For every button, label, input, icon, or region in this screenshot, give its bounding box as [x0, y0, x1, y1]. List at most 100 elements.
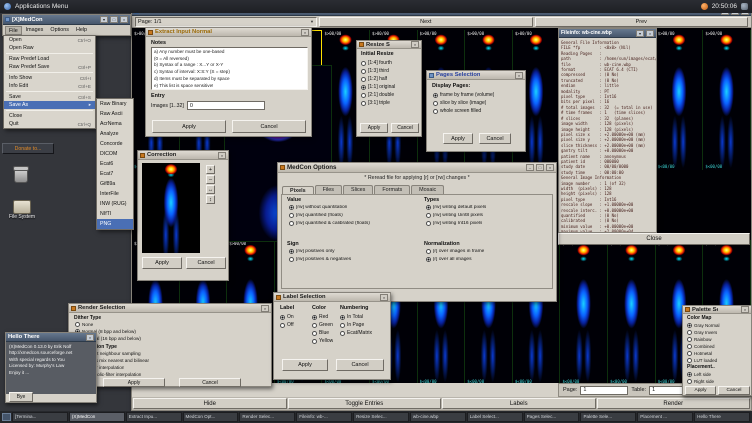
- taskbar-button[interactable]: Fileinfo: wb-...: [296, 412, 352, 422]
- resize-radio[interactable]: [1:2] half: [359, 75, 421, 83]
- resize-radio[interactable]: [2:1] double: [359, 91, 421, 99]
- shade-button[interactable]: ▾: [636, 30, 644, 37]
- interpolation-radio[interactable]: Tiles as mix nearest and bilinear: [73, 357, 269, 364]
- apply-button[interactable]: Apply: [685, 386, 716, 395]
- close-button[interactable]: ×: [515, 72, 523, 79]
- label-color-radio[interactable]: Yellow: [310, 337, 338, 345]
- colormap-radio[interactable]: Rainbow: [685, 336, 751, 343]
- render-button[interactable]: Render: [597, 398, 751, 409]
- scan-tile[interactable]: $>00/00$<00/00: [703, 30, 751, 170]
- colormap-radio[interactable]: Gray Normal: [685, 322, 751, 329]
- colormap-radio[interactable]: Gray Invers: [685, 329, 751, 336]
- taskbar-button[interactable]: Extract Inpu...: [126, 412, 182, 422]
- saveas-menu-item[interactable]: Raw Ascii: [97, 109, 133, 119]
- apply-button[interactable]: Apply: [443, 133, 473, 144]
- saveas-menu-item[interactable]: InterFile: [97, 189, 133, 199]
- saveas-menu-item[interactable]: PNG: [97, 219, 133, 229]
- types-radio[interactable]: [rw] writing Int16 pixels: [424, 219, 556, 227]
- label-numbering-radio[interactable]: Ecat/Matrix: [338, 329, 390, 337]
- taskbar-button[interactable]: (X)MedCon: [69, 412, 125, 422]
- applications-menu-label[interactable]: Applications Menu: [15, 3, 68, 10]
- saveas-menu-item[interactable]: Gif89a: [97, 179, 133, 189]
- scan-tile[interactable]: $>00/00$<00/00: [608, 240, 656, 383]
- value-radio[interactable]: [rw] without quantitation: [287, 203, 417, 211]
- saveas-menu-item[interactable]: Concorde: [97, 139, 133, 149]
- bye-button[interactable]: Bye: [9, 392, 33, 402]
- page-combo[interactable]: Page: 1/1 ▼: [135, 17, 317, 27]
- label-color-radio[interactable]: Red: [310, 313, 338, 321]
- close-button[interactable]: ×: [261, 305, 269, 312]
- label-numbering-radio[interactable]: In Total: [338, 313, 390, 321]
- cancel-button[interactable]: Cancel: [479, 133, 511, 144]
- taskbar-button[interactable]: MedCon Opt...: [183, 412, 239, 422]
- close-button[interactable]: ×: [218, 152, 226, 159]
- saveas-menu-item[interactable]: INW (RUG): [97, 199, 133, 209]
- saveas-menu-item[interactable]: DICOM: [97, 149, 133, 159]
- cancel-button[interactable]: Cancel: [336, 359, 384, 371]
- maximize-button[interactable]: □: [536, 164, 544, 171]
- saveas-menu-item[interactable]: Ecat7: [97, 169, 133, 179]
- menu-item-info-show[interactable]: Info ShowCtrl+I: [4, 74, 95, 82]
- menubar-item[interactable]: Images: [23, 26, 47, 35]
- taskbar-button[interactable]: Pages Selec...: [524, 412, 580, 422]
- applications-menu-icon[interactable]: [4, 3, 11, 10]
- cancel-button[interactable]: Cancel: [186, 257, 226, 269]
- menu-item-save-as[interactable]: Save As▸: [4, 101, 95, 109]
- menu-item-open[interactable]: OpenCtrl+O: [4, 36, 95, 44]
- normalization-radio[interactable]: [r] over images in frame: [424, 247, 556, 255]
- labels-button[interactable]: Labels: [442, 398, 596, 409]
- correction-tool-button[interactable]: ↕: [206, 195, 215, 204]
- maximize-button[interactable]: □: [110, 16, 118, 23]
- close-button[interactable]: ×: [301, 29, 309, 36]
- interpolation-radio[interactable]: Nearest neighbour sampling: [73, 350, 269, 357]
- next-button[interactable]: Next: [319, 17, 533, 27]
- menu-item-save[interactable]: SaveCtrl+S: [4, 93, 95, 101]
- menu-item-raw-predef-load[interactable]: Raw Predef Load: [4, 55, 95, 63]
- pages-radio[interactable]: frame by frame (volume): [431, 91, 525, 99]
- menu-item-quit[interactable]: QuitCtrl+Q: [4, 120, 95, 128]
- dither-radio[interactable]: Normal (8 bpp and below): [73, 328, 269, 335]
- placement-radio[interactable]: Left side: [685, 371, 751, 378]
- close-button[interactable]: ×: [411, 41, 419, 48]
- correction-tool-button[interactable]: ↔: [206, 185, 215, 194]
- saveas-menu-item[interactable]: Analyze: [97, 129, 133, 139]
- taskbar-button[interactable]: Palette Sele...: [580, 412, 636, 422]
- options-tab[interactable]: Mosaic: [411, 185, 444, 194]
- fileinfo-close-button[interactable]: Close: [558, 233, 750, 245]
- minimize-button[interactable]: –: [526, 164, 534, 171]
- close-button[interactable]: ×: [380, 294, 388, 301]
- scan-tile[interactable]: $>00/00$<00/00: [656, 30, 704, 170]
- network-icon[interactable]: [741, 3, 748, 10]
- colormap-radio[interactable]: Hotmetal: [685, 350, 751, 357]
- label-numbering-radio[interactable]: In Page: [338, 321, 390, 329]
- apply-button[interactable]: Apply: [152, 120, 226, 133]
- options-tab[interactable]: Files: [315, 185, 342, 194]
- close-button[interactable]: ×: [646, 30, 654, 37]
- saveas-menu-item[interactable]: NIfTI: [97, 209, 133, 219]
- cancel-button[interactable]: Cancel: [718, 386, 750, 395]
- correction-tool-button[interactable]: –: [206, 175, 215, 184]
- value-radio[interactable]: [rw] quantified (floats): [287, 211, 417, 219]
- pages-radio[interactable]: whole screen filled: [431, 107, 525, 115]
- hide-button[interactable]: Hide: [133, 398, 287, 409]
- types-radio[interactable]: [rw] writing Uint8 pixels: [424, 211, 556, 219]
- apply-button[interactable]: Apply: [360, 123, 388, 133]
- taskbar-button[interactable]: Label Select...: [467, 412, 523, 422]
- prev-button[interactable]: Prev: [535, 17, 749, 27]
- colormap-radio[interactable]: Combined: [685, 343, 751, 350]
- donate-button[interactable]: Donate to...: [2, 143, 54, 154]
- close-button[interactable]: ×: [546, 164, 554, 171]
- value-radio[interactable]: [rw] quantified & calibrated (floats): [287, 219, 417, 227]
- label-color-radio[interactable]: Blue: [310, 329, 338, 337]
- interpolation-radio[interactable]: Hyperbolic-filter interpolation: [73, 371, 269, 378]
- menu-item-raw-predef-save[interactable]: Raw Predef SaveCtrl+P: [4, 63, 95, 71]
- filesystem-icon[interactable]: File System: [2, 200, 42, 220]
- saveas-menu-item[interactable]: Raw Binary: [97, 99, 133, 109]
- shade-button[interactable]: ▾: [100, 16, 108, 23]
- menu-item-close[interactable]: Close: [4, 112, 95, 120]
- menubar-item[interactable]: Help: [73, 26, 90, 35]
- colormap-radio[interactable]: LUT loaded: [685, 357, 751, 364]
- menubar-item[interactable]: File: [5, 26, 22, 35]
- taskbar-button[interactable]: Hello There: [694, 412, 750, 422]
- interpolation-radio[interactable]: Bilinear interpolation: [73, 364, 269, 371]
